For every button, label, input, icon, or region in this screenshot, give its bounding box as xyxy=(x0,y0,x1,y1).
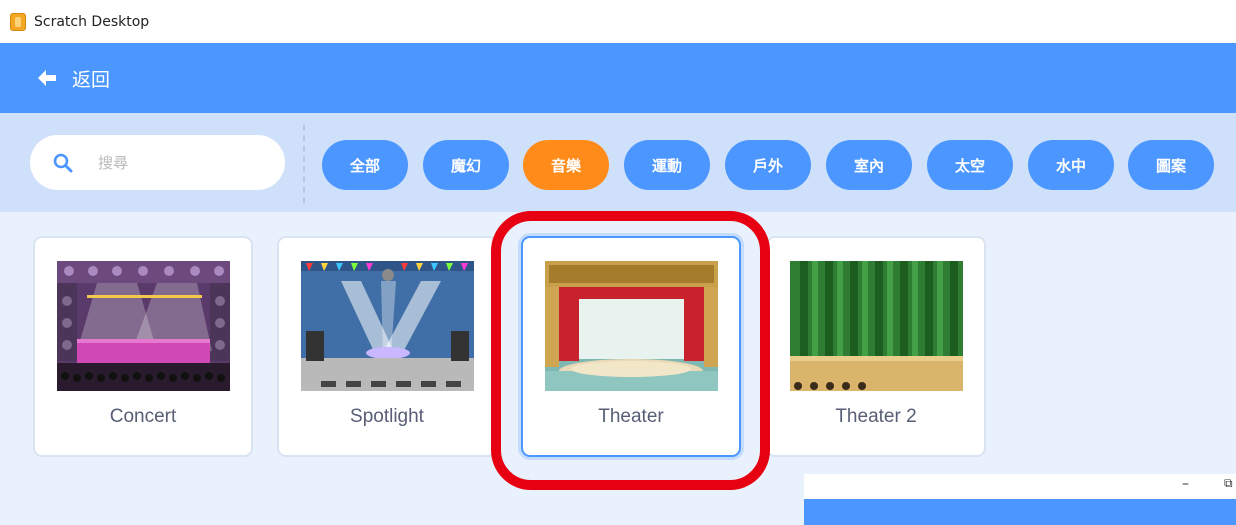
window-titlebar: Scratch Desktop xyxy=(0,0,1236,43)
tag-outdoors[interactable]: 戶外 xyxy=(725,140,811,190)
theater-thumbnail xyxy=(545,261,718,391)
minimize-button[interactable]: – xyxy=(1182,476,1189,492)
tag-fantasy[interactable]: 魔幻 xyxy=(423,140,509,190)
backdrop-name: Theater 2 xyxy=(835,406,917,427)
search-input[interactable]: 搜尋 xyxy=(30,135,285,190)
tag-underwater[interactable]: 水中 xyxy=(1028,140,1114,190)
restore-button[interactable]: ⧉ xyxy=(1224,476,1233,491)
filter-divider xyxy=(303,125,305,203)
tag-space[interactable]: 太空 xyxy=(927,140,1013,190)
scratch-app-icon xyxy=(10,12,26,31)
tag-indoors[interactable]: 室內 xyxy=(826,140,912,190)
arrow-left-icon[interactable] xyxy=(36,67,58,89)
search-placeholder: 搜尋 xyxy=(98,154,129,172)
backdrop-name: Concert xyxy=(109,406,177,427)
secondary-window-header xyxy=(804,499,1236,525)
tag-patterns[interactable]: 圖案 xyxy=(1128,140,1214,190)
theater-2-thumbnail xyxy=(790,261,963,391)
backdrop-name: Spotlight xyxy=(350,406,424,427)
tag-sports[interactable]: 運動 xyxy=(624,140,710,190)
backdrop-card-spotlight[interactable]: Spotlight xyxy=(277,236,497,457)
backdrop-name: Theater xyxy=(598,406,664,427)
spotlight-thumbnail xyxy=(301,261,474,391)
tag-all[interactable]: 全部 xyxy=(322,140,408,190)
concert-thumbnail xyxy=(57,261,230,391)
tag-music[interactable]: 音樂 xyxy=(523,140,609,190)
backdrop-card-theater-2[interactable]: Theater 2 xyxy=(766,236,986,457)
back-button[interactable]: 返回 xyxy=(72,65,110,92)
secondary-window: – ⧉ xyxy=(804,474,1236,525)
library-header: 返回 xyxy=(0,43,1236,113)
backdrop-card-concert[interactable]: Concert xyxy=(33,236,253,457)
backdrop-card-theater[interactable]: Theater xyxy=(521,236,741,457)
search-icon xyxy=(52,152,74,174)
filter-bar: 搜尋 全部 魔幻 音樂 運動 戶外 室內 太空 水中 圖案 xyxy=(0,113,1236,212)
window-title: Scratch Desktop xyxy=(34,13,150,30)
